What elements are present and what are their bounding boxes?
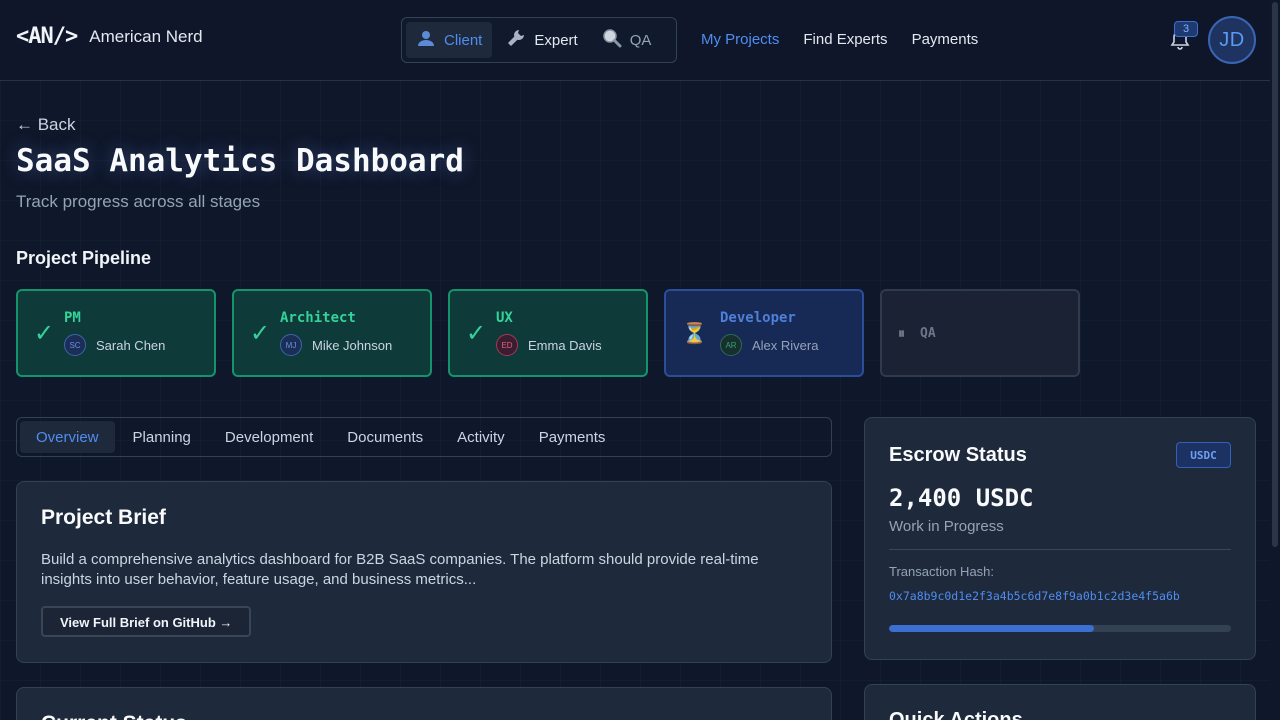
stage-person: Mike Johnson bbox=[312, 337, 393, 353]
back-link[interactable]: ← Back bbox=[16, 115, 76, 135]
stage-name: UX bbox=[496, 310, 513, 326]
hash-label: Transaction Hash: bbox=[889, 564, 995, 579]
notification-badge: 3 bbox=[1174, 21, 1198, 37]
role-expert-button[interactable]: Expert bbox=[496, 22, 587, 58]
pipeline-stage-ux[interactable]: ✓ UX ED Emma Davis bbox=[448, 289, 648, 377]
pipeline-stage-qa[interactable]: ⏸ QA bbox=[880, 289, 1080, 377]
avatar: SC bbox=[64, 334, 86, 356]
stage-name: Developer bbox=[720, 310, 796, 326]
avatar: AR bbox=[720, 334, 742, 356]
pipeline-stage-developer[interactable]: ⏳ Developer AR Alex Rivera bbox=[664, 289, 864, 377]
role-qa-label: QA bbox=[629, 31, 652, 49]
view-brief-button[interactable]: View Full Brief on GitHub → bbox=[41, 606, 252, 637]
project-brief-card: Project Brief Build a comprehensive anal… bbox=[16, 481, 832, 663]
escrow-amount: 2,400 USDC bbox=[889, 484, 1034, 512]
pause-icon: ⏸ bbox=[898, 324, 905, 341]
check-icon: ✓ bbox=[466, 319, 487, 347]
role-client-button[interactable]: Client bbox=[406, 22, 493, 58]
project-tabs: Overview Planning Development Documents … bbox=[16, 417, 832, 457]
divider bbox=[889, 549, 1231, 550]
pipeline-stage-architect[interactable]: ✓ Architect MJ Mike Johnson bbox=[232, 289, 432, 377]
main-nav: My Projects Find Experts Payments bbox=[701, 31, 978, 48]
logo-mark: <AN/> bbox=[16, 24, 78, 49]
tab-payments[interactable]: Payments bbox=[523, 421, 622, 453]
role-qa-button[interactable]: QA bbox=[592, 22, 662, 58]
escrow-title: Escrow Status bbox=[889, 443, 1027, 466]
check-icon: ✓ bbox=[34, 319, 55, 347]
pipeline-stage-pm[interactable]: ✓ PM SC Sarah Chen bbox=[16, 289, 216, 377]
user-avatar[interactable]: JD bbox=[1208, 16, 1256, 64]
hourglass-icon: ⏳ bbox=[682, 322, 707, 345]
tab-planning[interactable]: Planning bbox=[117, 421, 207, 453]
page-subtitle: Track progress across all stages bbox=[16, 192, 261, 211]
quick-actions-card: Quick Actions bbox=[864, 684, 1256, 720]
stage-name: QA bbox=[920, 325, 936, 341]
role-expert-label: Expert bbox=[534, 31, 578, 49]
role-client-label: Client bbox=[444, 31, 483, 49]
stage-person: Emma Davis bbox=[528, 337, 602, 353]
nav-find-experts[interactable]: Find Experts bbox=[803, 31, 887, 48]
currency-badge: USDC bbox=[1176, 442, 1231, 468]
role-switcher: Client Expert QA bbox=[401, 17, 677, 63]
page-title: SaaS Analytics Dashboard bbox=[16, 143, 464, 179]
stage-person: Alex Rivera bbox=[752, 337, 819, 353]
transaction-hash[interactable]: 0x7a8b9c0d1e2f3a4b5c6d7e8f9a0b1c2d3e4f5a… bbox=[889, 589, 1231, 603]
quick-actions-title: Quick Actions bbox=[889, 709, 1023, 720]
brief-title: Project Brief bbox=[41, 506, 166, 529]
logo-name: American Nerd bbox=[89, 26, 203, 46]
user-icon bbox=[416, 29, 436, 52]
tab-activity[interactable]: Activity bbox=[441, 421, 521, 453]
top-header: <AN/> American Nerd Client Expert QA My … bbox=[0, 0, 1270, 81]
avatar: MJ bbox=[280, 334, 302, 356]
current-status-card: Current Status bbox=[16, 687, 832, 720]
escrow-card: Escrow Status USDC 2,400 USDC Work in Pr… bbox=[864, 417, 1256, 660]
stage-person: Sarah Chen bbox=[96, 337, 166, 353]
pipeline-title: Project Pipeline bbox=[16, 248, 152, 268]
nav-payments[interactable]: Payments bbox=[912, 31, 979, 48]
nav-my-projects[interactable]: My Projects bbox=[701, 31, 779, 48]
stage-name: Architect bbox=[280, 310, 356, 326]
stage-name: PM bbox=[64, 310, 81, 326]
tab-development[interactable]: Development bbox=[209, 421, 329, 453]
magnifier-icon bbox=[602, 28, 622, 53]
wrench-icon bbox=[506, 29, 526, 52]
scrollbar-thumb[interactable] bbox=[1272, 2, 1278, 547]
escrow-state: Work in Progress bbox=[889, 518, 1004, 535]
logo[interactable]: <AN/> American Nerd bbox=[16, 24, 203, 49]
avatar: ED bbox=[496, 334, 518, 356]
progress-fill bbox=[889, 625, 1095, 632]
check-icon: ✓ bbox=[250, 319, 271, 347]
tab-documents[interactable]: Documents bbox=[331, 421, 439, 453]
escrow-progress-bar bbox=[889, 625, 1231, 632]
tab-overview[interactable]: Overview bbox=[20, 421, 115, 453]
brief-text: Build a comprehensive analytics dashboar… bbox=[41, 551, 759, 588]
status-title: Current Status bbox=[41, 712, 807, 720]
